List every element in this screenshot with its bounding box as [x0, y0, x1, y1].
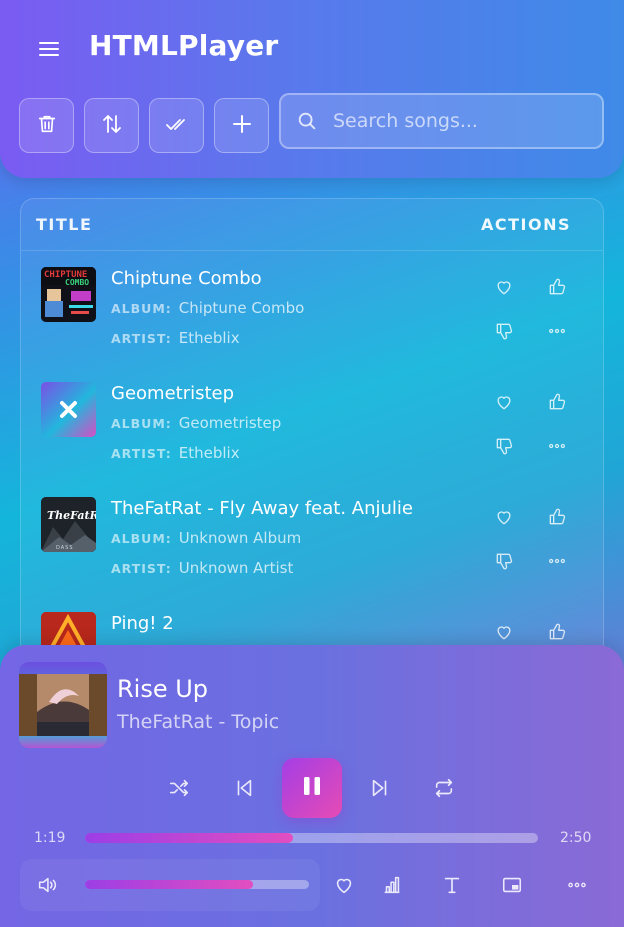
pause-icon: [300, 774, 324, 802]
search-box: [279, 93, 604, 149]
title-column-header: TITLE: [36, 215, 93, 234]
thumbs-up-icon[interactable]: [545, 505, 569, 529]
now-playing-artist: TheFatRat - Topic: [117, 711, 280, 733]
artist-value: Etheblix: [178, 444, 240, 462]
list-header: TITLE ACTIONS: [21, 199, 603, 251]
heart-icon[interactable]: [332, 873, 356, 897]
check-all-icon: [164, 112, 190, 140]
thumbs-up-icon[interactable]: [545, 390, 569, 414]
trash-icon: [36, 113, 58, 139]
album-key: ALBUM:: [111, 416, 172, 431]
search-input[interactable]: [333, 110, 583, 132]
next-icon[interactable]: [365, 773, 395, 803]
now-playing-cover: [19, 662, 107, 748]
heart-icon[interactable]: [492, 505, 516, 529]
artist-value: Etheblix: [178, 329, 240, 347]
more-icon[interactable]: [565, 873, 589, 897]
app-title: HTMLPlayer: [89, 29, 279, 62]
search-icon: [296, 110, 318, 132]
song-artist: ARTIST: Etheblix: [111, 329, 240, 347]
heart-icon[interactable]: [492, 390, 516, 414]
artist-value: Unknown Artist: [178, 559, 294, 577]
album-art: TheFatRat DASS: [41, 497, 96, 552]
song-artist: ARTIST: Etheblix: [111, 444, 240, 462]
more-icon[interactable]: [545, 434, 569, 458]
current-time: 1:19: [34, 830, 66, 846]
song-title: Ping! 2: [111, 613, 174, 634]
equalizer-icon[interactable]: [380, 873, 404, 897]
previous-icon[interactable]: [229, 773, 259, 803]
more-icon[interactable]: [545, 549, 569, 573]
album-value: Chiptune Combo: [178, 299, 305, 317]
add-button[interactable]: [214, 98, 269, 153]
picture-in-picture-icon[interactable]: [500, 873, 524, 897]
song-list: TITLE ACTIONS CHIPTUNE COMBO Chiptune Co…: [20, 198, 604, 668]
album-key: ALBUM:: [111, 301, 172, 316]
repeat-icon[interactable]: [429, 773, 459, 803]
album-key: ALBUM:: [111, 531, 172, 546]
svg-text:TheFatRat: TheFatRat: [47, 509, 96, 522]
seek-progress: [85, 833, 294, 843]
song-album: ALBUM: Geometristep: [111, 414, 281, 432]
svg-text:COMBO: COMBO: [65, 278, 89, 287]
pause-button[interactable]: [282, 758, 342, 818]
actions-column-header: ACTIONS: [480, 215, 571, 234]
lyrics-icon[interactable]: [440, 873, 464, 897]
album-value: Unknown Album: [178, 529, 302, 547]
volume-icon[interactable]: [35, 873, 59, 897]
song-row[interactable]: CHIPTUNE COMBO Chiptune Combo ALBUM: Chip…: [21, 251, 603, 366]
album-art: CHIPTUNE COMBO: [41, 267, 96, 322]
app-header: HTMLPlayer: [0, 0, 624, 178]
artist-key: ARTIST:: [111, 561, 172, 576]
svg-text:DASS: DASS: [56, 545, 74, 551]
album-value: Geometristep: [178, 414, 282, 432]
song-row[interactable]: TheFatRat DASS TheFatRat - Fly Away feat…: [21, 481, 603, 596]
song-title: TheFatRat - Fly Away feat. Anjulie: [111, 498, 413, 519]
thumbs-down-icon[interactable]: [492, 434, 516, 458]
sort-button[interactable]: [84, 98, 139, 153]
plus-icon: [230, 112, 254, 140]
thumbs-down-icon[interactable]: [492, 319, 516, 343]
sort-icon: [100, 112, 124, 140]
album-art: [41, 382, 96, 437]
now-playing-bar: Rise Up TheFatRat - Topic 1:19 2:50: [0, 645, 624, 927]
thumbs-up-icon[interactable]: [545, 275, 569, 299]
select-all-button[interactable]: [149, 98, 204, 153]
duration: 2:50: [560, 830, 592, 846]
volume-slider[interactable]: [85, 880, 309, 889]
song-title: Chiptune Combo: [111, 268, 262, 289]
thumbs-down-icon[interactable]: [492, 549, 516, 573]
seek-bar[interactable]: [85, 833, 538, 843]
song-album: ALBUM: Unknown Album: [111, 529, 301, 547]
menu-icon[interactable]: [36, 36, 62, 62]
more-icon[interactable]: [545, 319, 569, 343]
close-icon: [60, 401, 77, 418]
volume-level: [85, 880, 253, 889]
heart-icon[interactable]: [492, 275, 516, 299]
song-title: Geometristep: [111, 383, 235, 404]
shuffle-icon[interactable]: [164, 773, 194, 803]
song-row[interactable]: Geometristep ALBUM: Geometristep ARTIST: E…: [21, 366, 603, 481]
song-artist: ARTIST: Unknown Artist: [111, 559, 293, 577]
song-album: ALBUM: Chiptune Combo: [111, 299, 304, 317]
delete-button[interactable]: [19, 98, 74, 153]
artist-key: ARTIST:: [111, 446, 172, 461]
artist-key: ARTIST:: [111, 331, 172, 346]
thumbs-up-icon[interactable]: [545, 620, 569, 644]
heart-icon[interactable]: [492, 620, 516, 644]
now-playing-title: Rise Up: [117, 675, 209, 703]
